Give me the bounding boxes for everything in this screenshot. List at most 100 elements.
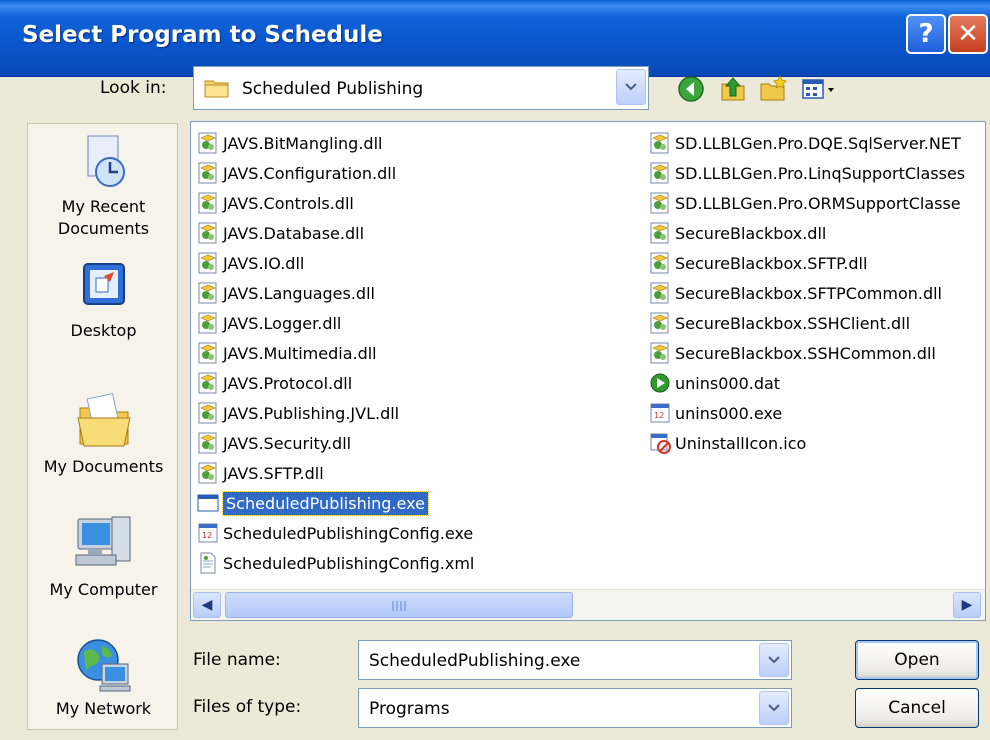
cancel-button[interactable]: Cancel xyxy=(855,688,979,728)
file-item[interactable]: SecureBlackbox.SSHCommon.dll xyxy=(647,338,965,368)
file-list[interactable]: JAVS.BitMangling.dll JAVS.Configuration.d… xyxy=(190,121,986,621)
files-of-type-dropdown[interactable]: Programs xyxy=(358,688,792,728)
chevron-down-icon xyxy=(768,656,780,664)
dll-file-icon xyxy=(197,462,219,484)
file-item[interactable]: JAVS.Protocol.dll xyxy=(195,368,474,398)
open-button[interactable]: Open xyxy=(855,640,979,680)
dll-file-icon xyxy=(197,162,219,184)
views-menu-icon[interactable] xyxy=(800,74,840,104)
file-item[interactable]: SecureBlackbox.dll xyxy=(647,218,965,248)
dll-file-icon xyxy=(197,312,219,334)
file-name: JAVS.BitMangling.dll xyxy=(223,133,383,153)
xml-file-icon xyxy=(197,552,219,574)
place-label-line2: Documents xyxy=(57,219,150,238)
file-item[interactable]: SD.LLBLGen.Pro.DQE.SqlServer.NET xyxy=(647,128,965,158)
file-item[interactable]: SecureBlackbox.SFTPCommon.dll xyxy=(647,278,965,308)
dll-file-icon xyxy=(649,252,671,274)
file-item[interactable]: 12 ScheduledPublishingConfig.exe xyxy=(195,518,474,548)
file-name: JAVS.Languages.dll xyxy=(223,283,375,303)
file-item[interactable]: JAVS.Logger.dll xyxy=(195,308,474,338)
my-computer-icon xyxy=(75,516,130,566)
files-of-type-value: Programs xyxy=(369,699,450,719)
place-desktop[interactable]: Desktop xyxy=(28,258,179,342)
up-folder-icon[interactable] xyxy=(718,74,748,104)
file-name: SecureBlackbox.SFTPCommon.dll xyxy=(675,283,942,303)
scroll-left-button[interactable]: ◀ xyxy=(193,592,221,618)
file-name: JAVS.Protocol.dll xyxy=(223,373,353,393)
file-name: unins000.exe xyxy=(675,403,783,423)
file-name: ScheduledPublishingConfig.xml xyxy=(223,553,475,573)
file-item[interactable]: unins000.dat xyxy=(647,368,965,398)
dll-file-icon xyxy=(197,402,219,424)
place-label: My Network xyxy=(55,699,152,718)
file-name-field[interactable]: ScheduledPublishing.exe xyxy=(358,640,792,680)
dll-file-icon xyxy=(197,192,219,214)
dll-file-icon xyxy=(197,282,219,304)
folder-icon xyxy=(204,80,229,98)
file-item[interactable]: UninstallIcon.ico xyxy=(647,428,965,458)
window-title: Select Program to Schedule xyxy=(22,22,383,48)
place-my-recent-documents[interactable]: My Recent Documents xyxy=(28,132,179,240)
recent-documents-icon xyxy=(87,135,125,187)
my-network-icon xyxy=(76,639,130,692)
file-column-2: SD.LLBLGen.Pro.DQE.SqlServer.NET SD.LLBLG… xyxy=(647,128,965,458)
place-label: My Recent xyxy=(61,197,146,216)
file-name: UninstallIcon.ico xyxy=(675,433,807,453)
file-item[interactable]: 12 unins000.exe xyxy=(647,398,965,428)
file-name: JAVS.Database.dll xyxy=(223,223,365,243)
file-item[interactable]: JAVS.Controls.dll xyxy=(195,188,474,218)
file-name-dropdown-button[interactable] xyxy=(759,643,789,677)
scroll-right-button[interactable]: ▶ xyxy=(953,592,981,618)
file-name: SecureBlackbox.SSHCommon.dll xyxy=(675,343,936,363)
new-folder-icon[interactable] xyxy=(758,74,788,104)
look-in-label: Look in: xyxy=(100,78,167,98)
executable-file-icon: 12 xyxy=(197,522,219,544)
file-item[interactable]: JAVS.Publishing.JVL.dll xyxy=(195,398,474,428)
close-button[interactable]: ✕ xyxy=(948,14,988,54)
place-my-network[interactable]: My Network xyxy=(28,634,179,720)
file-name: SD.LLBLGen.Pro.DQE.SqlServer.NET xyxy=(675,133,961,153)
dll-file-icon xyxy=(197,342,219,364)
file-name: JAVS.Logger.dll xyxy=(223,313,342,333)
file-item[interactable]: SD.LLBLGen.Pro.ORMSupportClasse xyxy=(647,188,965,218)
file-name: SecureBlackbox.dll xyxy=(675,223,827,243)
scrollbar-thumb[interactable] xyxy=(225,592,573,618)
dll-file-icon xyxy=(649,162,671,184)
file-name: SecureBlackbox.SFTP.dll xyxy=(675,253,868,273)
file-name: JAVS.Configuration.dll xyxy=(223,163,397,183)
file-item[interactable]: ScheduledPublishingConfig.xml xyxy=(195,548,474,578)
horizontal-scrollbar[interactable]: ◀ ▶ xyxy=(191,589,985,620)
help-button[interactable]: ? xyxy=(906,14,946,54)
chevron-down-icon xyxy=(625,83,637,91)
dll-file-icon xyxy=(197,222,219,244)
file-item[interactable]: JAVS.SFTP.dll xyxy=(195,458,474,488)
file-item-selected[interactable]: ScheduledPublishing.exe xyxy=(195,488,474,518)
file-item[interactable]: JAVS.Multimedia.dll xyxy=(195,338,474,368)
file-name: ScheduledPublishing.exe xyxy=(222,490,429,516)
file-item[interactable]: JAVS.BitMangling.dll xyxy=(195,128,474,158)
place-my-computer[interactable]: My Computer xyxy=(28,509,179,601)
dll-file-icon xyxy=(649,312,671,334)
place-label: Desktop xyxy=(70,321,137,340)
files-of-type-dropdown-button[interactable] xyxy=(759,691,789,725)
file-name: SecureBlackbox.SSHClient.dll xyxy=(675,313,911,333)
file-item[interactable]: SecureBlackbox.SSHClient.dll xyxy=(647,308,965,338)
file-name-label: File name: xyxy=(193,650,281,670)
svg-text:12: 12 xyxy=(202,531,212,540)
dll-file-icon xyxy=(649,192,671,214)
look-in-dropdown-button[interactable] xyxy=(616,69,646,105)
look-in-dropdown[interactable]: Scheduled Publishing xyxy=(193,66,649,110)
file-item[interactable]: JAVS.Security.dll xyxy=(195,428,474,458)
file-item[interactable]: SecureBlackbox.SFTP.dll xyxy=(647,248,965,278)
place-my-documents[interactable]: My Documents xyxy=(28,382,179,478)
file-item[interactable]: JAVS.Languages.dll xyxy=(195,278,474,308)
application-window-icon xyxy=(197,492,219,514)
file-item[interactable]: JAVS.Configuration.dll xyxy=(195,158,474,188)
file-item[interactable]: JAVS.Database.dll xyxy=(195,218,474,248)
file-item[interactable]: JAVS.IO.dll xyxy=(195,248,474,278)
chevron-down-icon xyxy=(768,704,780,712)
back-icon[interactable] xyxy=(676,74,706,104)
file-item[interactable]: SD.LLBLGen.Pro.LinqSupportClasses xyxy=(647,158,965,188)
dll-file-icon xyxy=(197,132,219,154)
file-name: JAVS.IO.dll xyxy=(223,253,305,273)
